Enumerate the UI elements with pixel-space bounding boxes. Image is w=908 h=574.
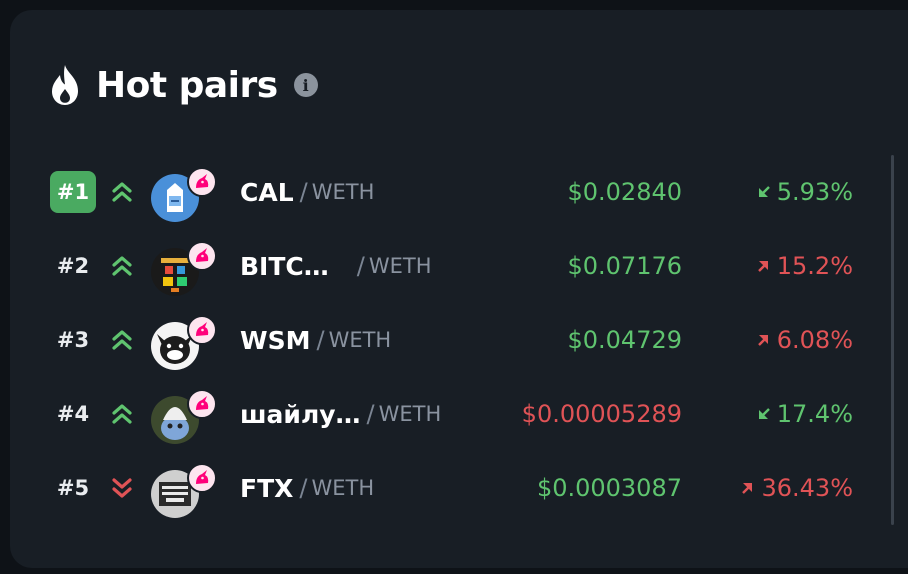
quote-token: WETH [328, 328, 392, 352]
hot-pairs-header: Hot pairs i [48, 62, 318, 108]
change-value: 5.93% [776, 178, 853, 206]
uniswap-icon [187, 315, 217, 345]
price-change: 15.2% [757, 236, 853, 296]
token-avatar-group [151, 167, 217, 222]
token-avatar-group [151, 389, 217, 444]
pair-row[interactable]: #2 BITC… / WETH $0.07176 15.2% [0, 236, 908, 296]
price-change: 5.93% [757, 162, 853, 222]
pair-name: FTX / WETH [240, 458, 374, 518]
price-change: 36.43% [741, 458, 853, 518]
trend-up-icon [111, 180, 133, 204]
rank-badge: #2 [56, 254, 90, 278]
quote-token: WETH [368, 254, 432, 278]
uniswap-icon [187, 167, 217, 197]
token-price: $0.02840 [567, 178, 682, 206]
pair-separator: / [316, 326, 325, 354]
change-value: 15.2% [776, 252, 853, 280]
change-up-arrow-icon [757, 185, 777, 199]
pair-name: BITC… / WETH [240, 236, 432, 296]
quote-token: WETH [378, 402, 442, 426]
token-symbol: шайлу… [240, 399, 361, 429]
change-value: 6.08% [776, 326, 853, 354]
token-symbol: CAL [240, 177, 294, 207]
token-symbol: WSM [240, 325, 311, 355]
pair-row[interactable]: #1 CAL / WETH $0.02840 5.93% [0, 162, 908, 222]
token-symbol: FTX [240, 473, 294, 503]
page-title: Hot pairs [96, 64, 278, 106]
token-avatar-group [151, 463, 217, 518]
pair-separator: / [299, 178, 308, 206]
pair-separator: / [366, 400, 375, 428]
price-change: 6.08% [757, 310, 853, 370]
rank-badge: #4 [56, 402, 90, 426]
change-down-arrow-icon [741, 481, 761, 495]
quote-token: WETH [311, 180, 375, 204]
token-price: $0.00005289 [521, 400, 682, 428]
token-symbol: BITC… [240, 251, 329, 281]
info-icon[interactable]: i [293, 73, 318, 97]
pair-separator: / [356, 252, 365, 280]
trend-up-icon [111, 328, 133, 352]
rank-badge: #5 [56, 476, 90, 500]
uniswap-icon [187, 389, 217, 419]
trend-down-icon [111, 476, 133, 500]
change-value: 36.43% [761, 474, 853, 502]
pair-name: шайлу… / WETH [240, 384, 441, 444]
price-change: 17.4% [757, 384, 853, 444]
rank-badge: #1 [50, 171, 96, 213]
rank-badge: #3 [56, 328, 90, 352]
uniswap-icon [187, 241, 217, 271]
token-price: $0.07176 [567, 252, 682, 280]
pair-name: CAL / WETH [240, 162, 374, 222]
trend-up-icon [111, 402, 133, 426]
token-price: $0.0003087 [536, 474, 682, 502]
token-price: $0.04729 [567, 326, 682, 354]
trend-up-icon [111, 254, 133, 278]
token-avatar-group [151, 315, 217, 370]
pair-row[interactable]: #5 FTX / WETH $0.0003087 36.43% [0, 458, 908, 518]
change-down-arrow-icon [757, 259, 777, 273]
pair-row[interactable]: #3 WSM / WETH $0.04729 6.08% [0, 310, 908, 370]
pair-separator: / [299, 474, 308, 502]
change-down-arrow-icon [757, 333, 777, 347]
token-avatar-group [151, 241, 217, 296]
change-value: 17.4% [776, 400, 853, 428]
pair-row[interactable]: #4 шайлу… / WETH $0.00005289 17.4% [0, 384, 908, 444]
pair-name: WSM / WETH [240, 310, 391, 370]
uniswap-icon [187, 463, 217, 493]
change-up-arrow-icon [757, 407, 777, 421]
flame-icon [52, 65, 78, 105]
quote-token: WETH [311, 476, 375, 500]
